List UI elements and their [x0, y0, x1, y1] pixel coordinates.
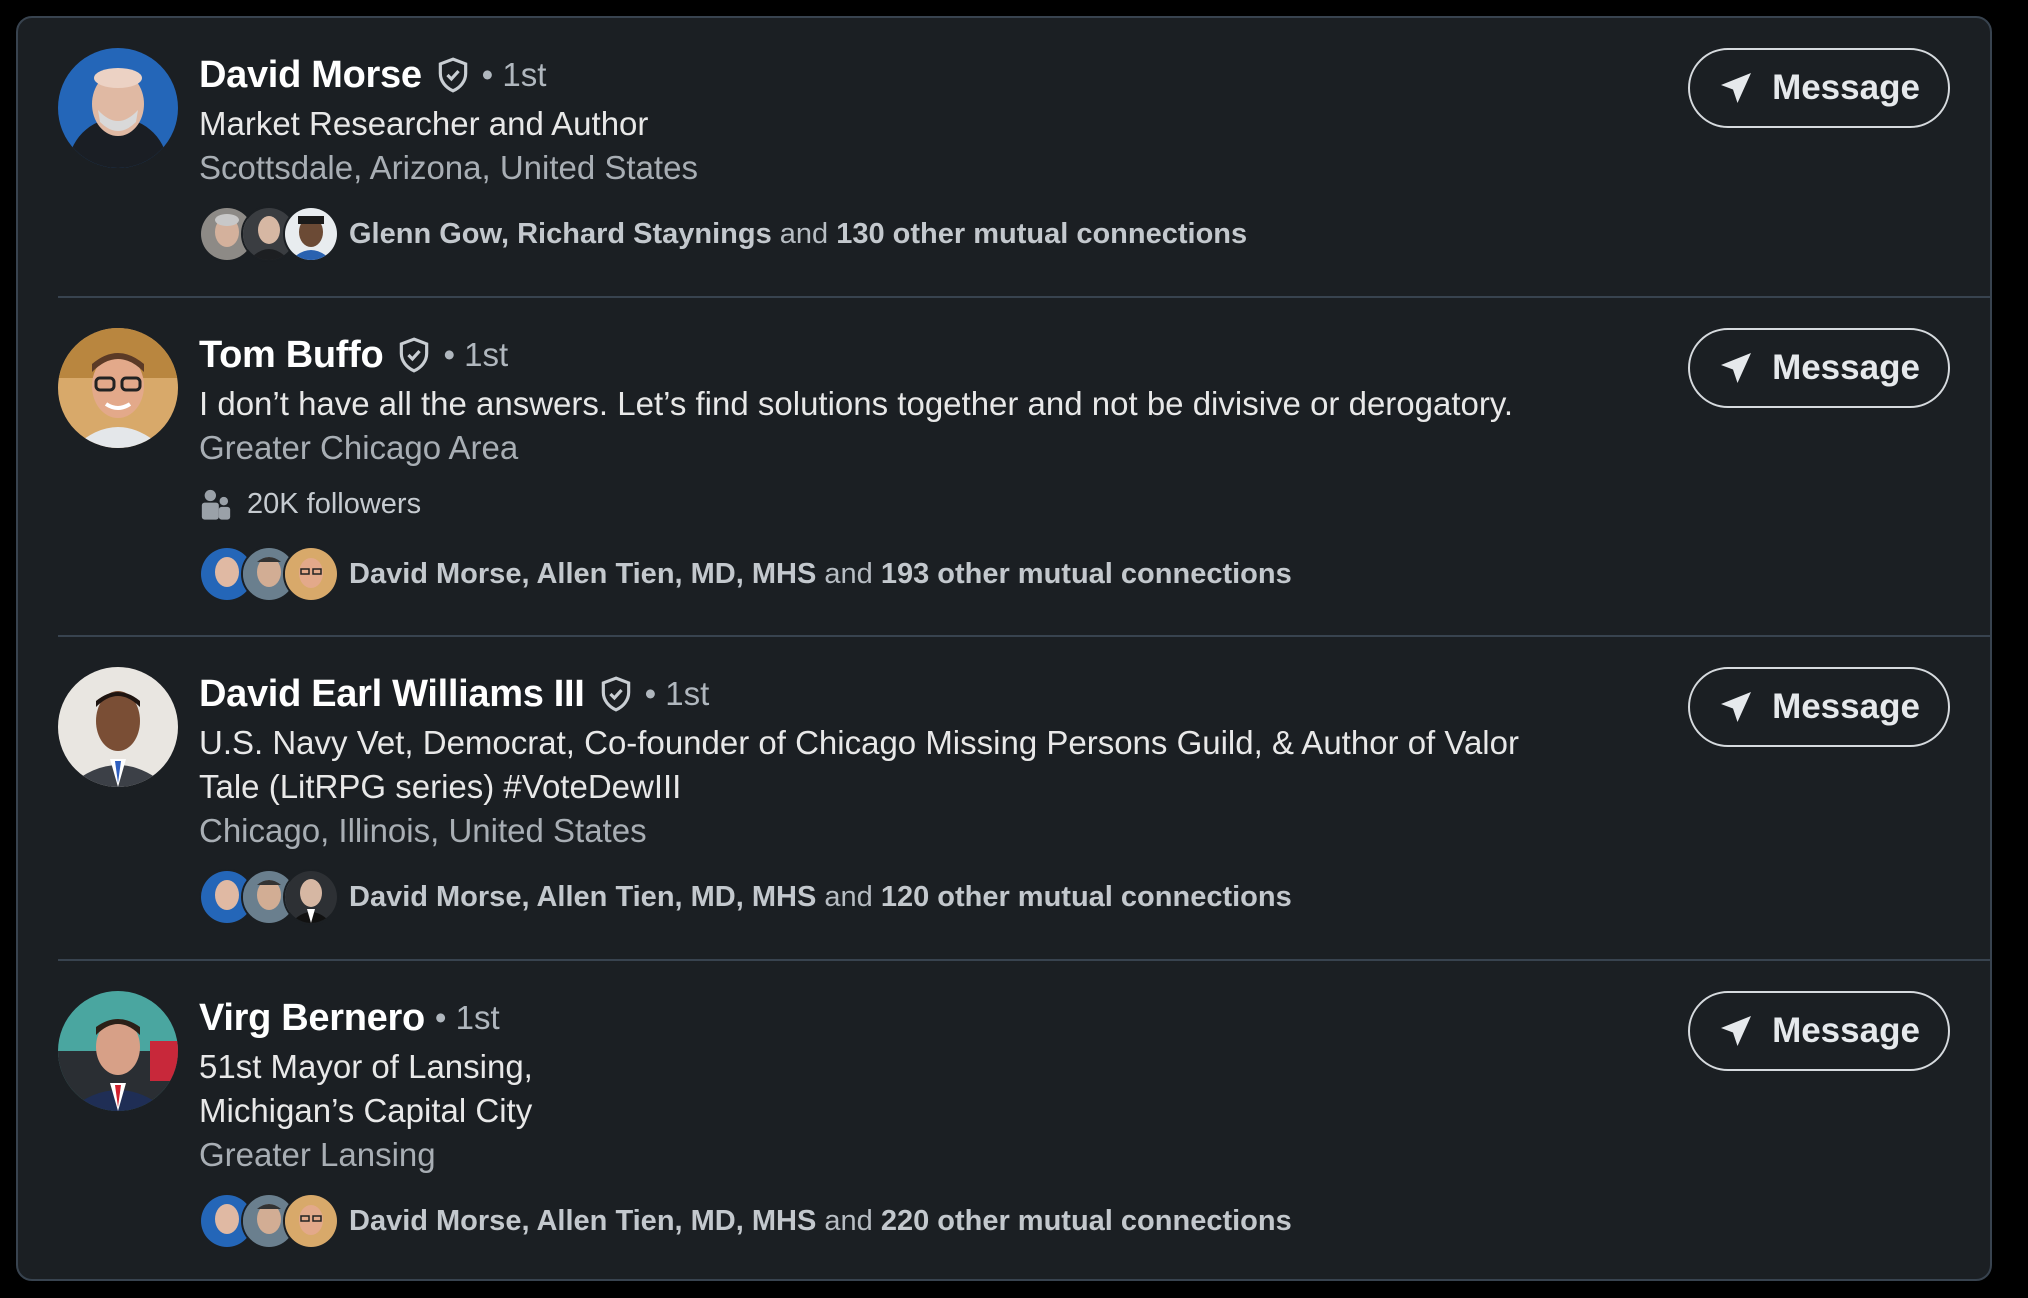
connection-degree: • 1st [644, 675, 710, 712]
avatar[interactable] [58, 667, 178, 787]
mutual-connections[interactable]: Glenn Gow, Richard Staynings and 130 oth… [199, 204, 1690, 264]
connection-info: Tom Buffo • 1st I don’t have all the ans… [199, 330, 1690, 604]
send-icon [1721, 1016, 1752, 1046]
location: Greater Lansing [199, 1136, 436, 1173]
verified-shield-icon [438, 57, 467, 93]
profile-name[interactable]: David Morse [199, 54, 422, 97]
headline-line: U.S. Navy Vet, Democrat, Co-founder of C… [199, 724, 1519, 761]
connection-degree: • 1st [434, 999, 500, 1036]
message-button-label: Message [1772, 68, 1920, 107]
followers-row: 20K followers [199, 484, 1690, 524]
mini-avatar [283, 546, 339, 602]
send-icon [1721, 692, 1752, 722]
mutual-text: David Morse, Allen Tien, MD, MHS and 193… [349, 558, 1292, 591]
verified-shield-icon [400, 337, 429, 373]
followers-count: 20K followers [247, 487, 422, 520]
divider [58, 635, 1990, 637]
message-button[interactable]: Message [1688, 991, 1950, 1071]
connection-degree: • 1st [481, 56, 547, 93]
mutual-connections[interactable]: David Morse, Allen Tien, MD, MHS and 220… [199, 1191, 1690, 1251]
profile-name[interactable]: Tom Buffo [199, 334, 384, 377]
name-row: Virg Bernero • 1st [199, 993, 1690, 1043]
location: Chicago, Illinois, United States [199, 812, 647, 849]
mini-avatar [283, 1193, 339, 1249]
mutual-names: David Morse, Allen Tien, MD, MHS [349, 557, 817, 590]
mutual-avatars [199, 546, 341, 602]
name-row: Tom Buffo • 1st [199, 330, 1690, 380]
mutual-others: 220 other mutual connections [880, 1204, 1292, 1237]
send-icon [1721, 353, 1752, 383]
mutual-and: and [816, 557, 881, 590]
avatar[interactable] [58, 328, 178, 448]
divider [58, 296, 1990, 298]
connection-info: David Earl Williams III • 1st U.S. Navy … [199, 669, 1690, 927]
name-row: David Morse • 1st [199, 50, 1690, 100]
headline-line: Tale (LitRPG series) #VoteDewIII [199, 768, 682, 805]
mutual-names: Glenn Gow, Richard Staynings [349, 217, 772, 250]
message-button-label: Message [1772, 687, 1920, 726]
mutual-others: 120 other mutual connections [880, 880, 1292, 913]
mutual-connections[interactable]: David Morse, Allen Tien, MD, MHS and 120… [199, 867, 1690, 927]
profile-name[interactable]: David Earl Williams III [199, 673, 585, 716]
profile-name[interactable]: Virg Bernero [199, 997, 425, 1040]
verified-shield-icon [601, 676, 630, 712]
headline: I don’t have all the answers. Let’s find… [199, 385, 1514, 422]
mutual-and: and [816, 880, 881, 913]
message-button[interactable]: Message [1688, 328, 1950, 408]
mutual-avatars [199, 206, 341, 262]
avatar[interactable] [58, 48, 178, 168]
message-button-label: Message [1772, 1011, 1920, 1050]
connection-degree: • 1st [443, 336, 509, 373]
headline: 51st Mayor of Lansing, Michigan’s Capita… [199, 1045, 1690, 1133]
message-button[interactable]: Message [1688, 667, 1950, 747]
location: Scottsdale, Arizona, United States [199, 149, 698, 186]
mutual-text: Glenn Gow, Richard Staynings and 130 oth… [349, 218, 1247, 251]
mutual-avatars [199, 869, 341, 925]
connection-info: Virg Bernero • 1st 51st Mayor of Lansing… [199, 993, 1690, 1251]
connection-info: David Morse • 1st Market Researcher and … [199, 50, 1690, 264]
headline-line: 51st Mayor of Lansing, [199, 1048, 533, 1085]
message-button-label: Message [1772, 348, 1920, 387]
divider [58, 959, 1990, 961]
mutual-others: 130 other mutual connections [836, 217, 1248, 250]
message-button[interactable]: Message [1688, 48, 1950, 128]
people-icon [201, 489, 231, 520]
mutual-others: 193 other mutual connections [880, 557, 1292, 590]
mutual-avatars [199, 1193, 341, 1249]
connections-list-panel: David Morse • 1st Market Researcher and … [16, 16, 1992, 1281]
headline-line: Michigan’s Capital City [199, 1092, 533, 1129]
mini-avatar [283, 206, 339, 262]
mutual-names: David Morse, Allen Tien, MD, MHS [349, 1204, 817, 1237]
location: Greater Chicago Area [199, 429, 519, 466]
name-row: David Earl Williams III • 1st [199, 669, 1690, 719]
headline: Market Researcher and Author [199, 105, 649, 142]
avatar[interactable] [58, 991, 178, 1111]
headline: U.S. Navy Vet, Democrat, Co-founder of C… [199, 721, 1690, 809]
mutual-names: David Morse, Allen Tien, MD, MHS [349, 880, 817, 913]
mutual-text: David Morse, Allen Tien, MD, MHS and 220… [349, 1205, 1292, 1238]
mutual-text: David Morse, Allen Tien, MD, MHS and 120… [349, 881, 1292, 914]
send-icon [1721, 73, 1752, 103]
mini-avatar [283, 869, 339, 925]
mutual-connections[interactable]: David Morse, Allen Tien, MD, MHS and 193… [199, 544, 1690, 604]
mutual-and: and [771, 217, 837, 250]
mutual-and: and [816, 1204, 881, 1237]
